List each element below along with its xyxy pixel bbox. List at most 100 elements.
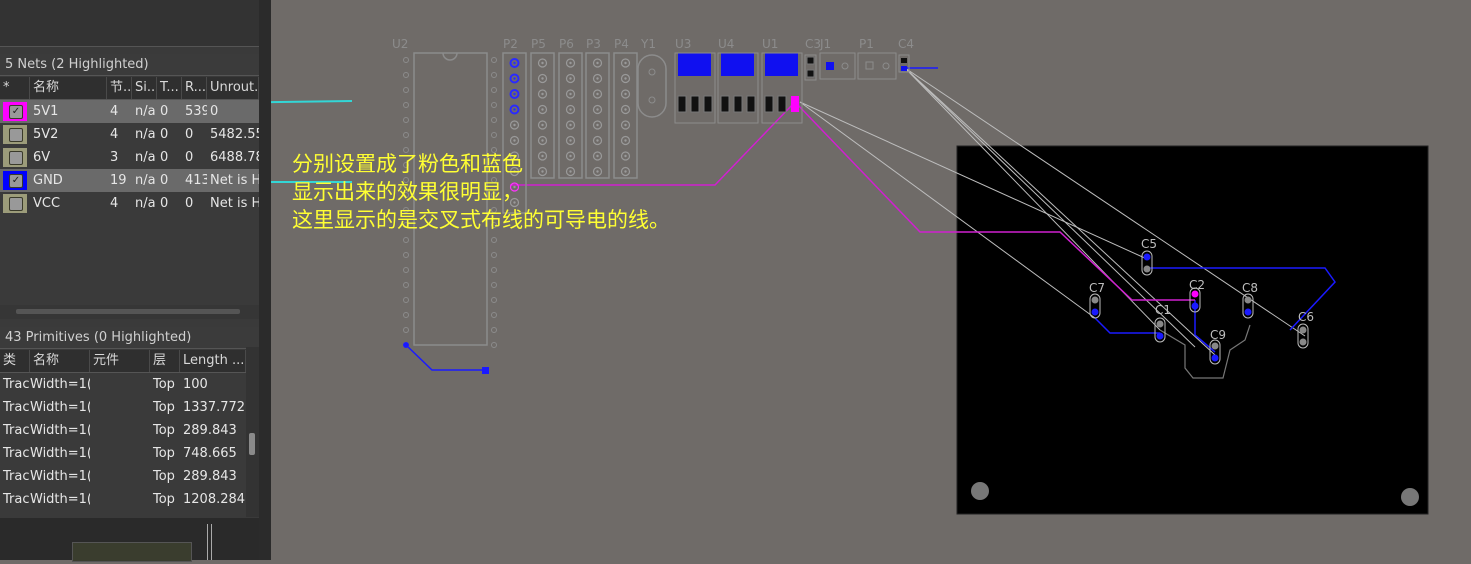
primitives-panel-title: 43 Primitives (0 Highlighted) [0, 327, 259, 349]
net-cell-nodes: 4 [110, 104, 119, 119]
col-header-r[interactable]: R... [182, 77, 207, 99]
net-cell-nodes: 19 [110, 173, 127, 188]
col-header-prim-name[interactable]: 名称 [30, 350, 90, 372]
nets-horizontal-scrollbar[interactable] [0, 305, 259, 319]
net-cell-si: n/a [135, 127, 156, 142]
u2-pin [491, 72, 497, 78]
net-cell-si: n/a [135, 173, 156, 188]
primitive-cell-name: Width=1( [30, 423, 90, 438]
col-header-component[interactable]: 元件 [90, 350, 150, 372]
primitive-cell-length: 1208.284 [183, 492, 246, 507]
primitive-cell-length: 748.665 [183, 446, 237, 461]
annotation-line-3: 这里显示的是交叉式布线的可导电的线。 [292, 208, 670, 232]
net-row-5v2[interactable]: 5V2 4 n/a 0 0 5482.55 [0, 123, 259, 146]
svg-text:P4: P4 [614, 37, 629, 51]
header-pad-hole [569, 108, 572, 111]
primitive-cell-component [90, 488, 150, 511]
net-cell-r: 0 [185, 127, 194, 142]
primitive-row[interactable]: Trac Width=1(Top 1208.284 [0, 488, 246, 511]
capacitor-pad [1211, 354, 1219, 362]
primitive-row[interactable]: Trac Width=1(Top 100 [0, 373, 246, 396]
pcb-workspace[interactable]: U2 P2 P5 P6 P3 P4 Y1 U3 U4 U1 C3 J1 P1 C… [185, 0, 1471, 560]
header-pad-hole [541, 61, 544, 65]
net-highlight-checkbox[interactable] [9, 197, 23, 211]
net-cell-si: n/a [135, 104, 156, 119]
u2-gnd-pin [403, 342, 409, 348]
col-header-t[interactable]: T... [157, 77, 182, 99]
pcb-drawing[interactable]: U2 P2 P5 P6 P3 P4 Y1 U3 U4 U1 C3 J1 P1 C… [185, 0, 1471, 560]
y1-crystal[interactable] [637, 54, 667, 118]
primitive-row[interactable]: Trac Width=1(Top 289.843 [0, 419, 246, 442]
regulator-pads[interactable] [674, 52, 803, 124]
col-header-name[interactable]: 名称 [30, 77, 107, 99]
net-cell-t: 0 [160, 104, 169, 119]
header-pad-hole [513, 77, 516, 80]
net-color-swatch[interactable] [3, 148, 27, 167]
primitive-cell-layer: Top [153, 423, 175, 438]
primitives-table-header: 类 名称 元件 层 Length ... [0, 350, 259, 373]
net-row-6v[interactable]: 6V 3 n/a 0 0 6488.78 [0, 146, 259, 169]
header-pad-hole [541, 77, 544, 80]
u2-pin [491, 87, 497, 93]
svg-text:C7: C7 [1089, 281, 1105, 295]
mounting-hole [1401, 488, 1419, 506]
net-highlight-checkbox[interactable] [9, 151, 23, 165]
net-highlight-checkbox[interactable] [9, 128, 23, 142]
u2-pin [491, 327, 497, 333]
primitive-cell-component [90, 465, 150, 488]
net-highlight-checkbox[interactable]: ✓ [9, 105, 23, 119]
col-header-type[interactable]: 类 [0, 350, 30, 372]
net-row-vcc[interactable]: VCC 4 n/a 0 0 Net is H [0, 192, 259, 215]
svg-text:U2: U2 [392, 37, 408, 51]
small-components[interactable] [804, 52, 910, 81]
header-pad-hole [624, 61, 627, 65]
pcb-board[interactable] [956, 145, 1429, 515]
primitive-cell-type: Trac [3, 423, 30, 438]
col-header-nodes[interactable]: 节... [107, 77, 132, 99]
header-pad-hole [541, 92, 544, 96]
net-color-swatch[interactable]: ✓ [3, 171, 27, 190]
net-cell-si: n/a [135, 196, 156, 211]
nets-scroll-thumb[interactable] [16, 309, 240, 314]
u2-pin [491, 57, 497, 63]
primitive-cell-type: Trac [3, 469, 30, 484]
top-scrollbar[interactable] [259, 0, 271, 46]
primitive-cell-name: Width=1( [30, 377, 90, 392]
header-pad-hole [569, 139, 572, 142]
svg-text:Y1: Y1 [640, 37, 656, 51]
col-header-unrouted[interactable]: Unrout... [207, 77, 259, 99]
panel-splitter[interactable] [259, 46, 271, 560]
col-header-layer[interactable]: 层 [150, 350, 180, 372]
divider-line [207, 524, 208, 560]
primitive-row[interactable]: Trac Width=1(Top 289.843 [0, 465, 246, 488]
net-color-swatch[interactable] [3, 125, 27, 144]
net-cell-t: 0 [160, 173, 169, 188]
net-color-swatch[interactable]: ✓ [3, 102, 27, 121]
primitive-cell-layer: Top [153, 492, 175, 507]
primitive-row[interactable]: Trac Width=1(Top 748.665 [0, 442, 246, 465]
net-row-5v1[interactable]: ✓ 5V1 4 n/a 0 539 0 [0, 100, 259, 123]
col-header-star[interactable]: * [0, 77, 30, 99]
header-pad-hole [624, 123, 627, 127]
primitive-cell-type: Trac [3, 492, 30, 507]
primitive-row[interactable]: Trac Width=1(Top 1337.772 [0, 396, 246, 419]
net-row-gnd[interactable]: ✓ GND 19 n/a 0 413 Net is H [0, 169, 259, 192]
header-pad-hole [596, 92, 599, 96]
primitives-scroll-thumb[interactable] [249, 433, 255, 455]
primitive-cell-type: Trac [3, 377, 30, 392]
header-pad-hole [513, 108, 516, 111]
net-cell-t: 0 [160, 127, 169, 142]
col-header-length[interactable]: Length ... [180, 350, 246, 372]
svg-text:C9: C9 [1210, 328, 1226, 342]
primitive-cell-layer: Top [153, 446, 175, 461]
header-pad-hole [596, 61, 599, 65]
net-cell-name: 6V [33, 150, 51, 165]
net-color-swatch[interactable] [3, 194, 27, 213]
header-pad-hole [569, 61, 572, 65]
net-highlight-checkbox[interactable]: ✓ [9, 174, 23, 188]
col-header-si[interactable]: Si... [132, 77, 157, 99]
primitives-vertical-scrollbar[interactable] [246, 347, 259, 517]
mini-preview[interactable] [72, 542, 192, 562]
primitive-cell-layer: Top [153, 377, 175, 392]
svg-text:C2: C2 [1189, 278, 1205, 292]
